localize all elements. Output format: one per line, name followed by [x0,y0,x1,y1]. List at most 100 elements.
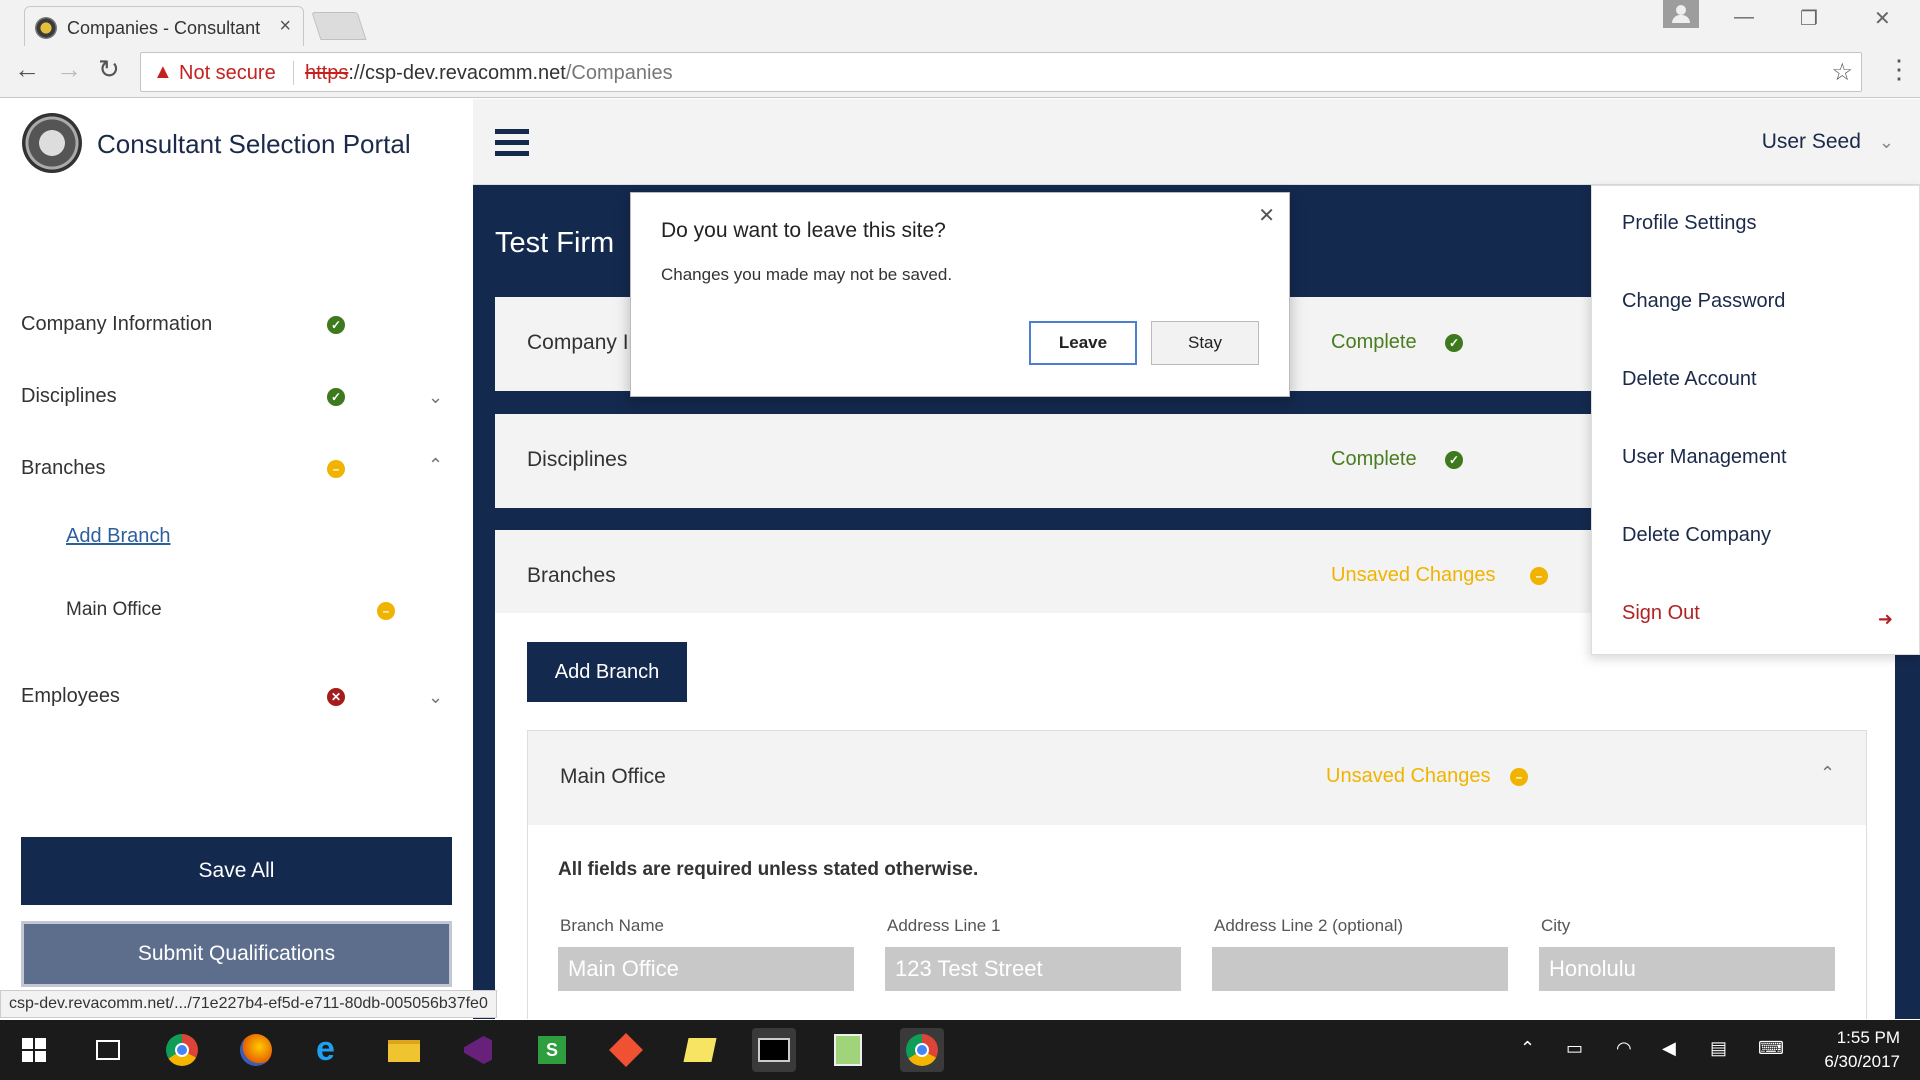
windows-start-icon[interactable] [22,1038,46,1062]
user-menu-toggle[interactable]: User Seed ⌄ [1762,130,1894,154]
firm-name: Test Firm [495,227,615,259]
stay-button[interactable]: Stay [1151,321,1259,365]
address-bar[interactable]: ▲ Not secure https://csp-dev.revacomm.ne… [140,52,1862,92]
chrome-app-icon[interactable] [160,1028,204,1072]
file-explorer-app-icon[interactable] [382,1028,426,1072]
omnibox-divider [293,61,294,85]
volume-icon[interactable]: ◀ [1662,1038,1676,1059]
leave-button[interactable]: Leave [1029,321,1137,365]
complete-check-icon: ✓ [1445,334,1463,352]
complete-check-icon: ✓ [1445,451,1463,469]
action-center-icon[interactable]: ▤ [1710,1038,1727,1059]
sidebar-subitem-main-office[interactable]: Main Office [66,599,162,621]
hamburger-menu-icon[interactable] [495,129,529,157]
warning-triangle-icon: ▲ [153,61,173,83]
bookmark-star-icon[interactable]: ☆ [1831,58,1853,87]
unsaved-minus-icon: – [1510,768,1528,786]
branch-panel-header[interactable]: Main Office Unsaved Changes – ⌃ [528,731,1866,825]
complete-check-icon: ✓ [327,316,345,334]
visual-studio-app-icon[interactable] [456,1028,500,1072]
task-view-icon[interactable] [86,1028,130,1072]
dialog-close-icon[interactable]: ✕ [1258,203,1275,228]
close-window-icon[interactable]: ✕ [1874,6,1891,31]
branches-panel-body: Add Branch Main Office Unsaved Changes –… [495,613,1895,1019]
sidebar-item-employees[interactable]: Employees [21,685,120,708]
keyboard-icon[interactable]: ⌨ [1758,1038,1784,1059]
browser-toolbar: ← → ↻ ▲ Not secure https://csp-dev.revac… [0,46,1920,98]
status-bar-url: csp-dev.revacomm.net/.../71e227b4-ef5d-e… [0,990,497,1018]
city-input[interactable] [1539,947,1835,991]
sticky-notes-app-icon[interactable] [678,1028,722,1072]
firefox-app-icon[interactable] [234,1028,278,1072]
status-unsaved-text: Unsaved Changes [1331,564,1496,586]
tab-title: Companies - Consultant [67,18,261,38]
git-app-icon[interactable] [604,1028,648,1072]
user-dropdown-menu: Profile Settings Change Password Delete … [1591,185,1920,655]
command-prompt-app-icon[interactable] [752,1028,796,1072]
sql-app-icon[interactable]: S [530,1028,574,1072]
browser-tab[interactable]: Companies - Consultant × [24,6,304,46]
notepad-plus-app-icon[interactable] [826,1028,870,1072]
user-name: User Seed [1761,130,1861,153]
menu-item-change-password[interactable]: Change Password [1622,290,1785,313]
branch-name-input[interactable] [558,947,854,991]
menu-item-delete-account[interactable]: Delete Account [1622,368,1757,391]
sidebar-item-branches[interactable]: Branches [21,457,106,480]
browser-menu-icon[interactable]: ⋮ [1886,54,1912,85]
dialog-message: Changes you made may not be saved. [661,265,953,284]
windows-taskbar: e S ⌃ ▭ ◠ ◀ ▤ ⌨ 1:55 PM 6/30/2017 [0,1020,1920,1080]
leave-site-dialog: Do you want to leave this site? Changes … [630,192,1290,397]
unsaved-minus-icon: – [1530,567,1548,585]
menu-item-profile-settings[interactable]: Profile Settings [1622,212,1757,235]
address-line-2-input[interactable] [1212,947,1508,991]
restore-icon[interactable]: ❐ [1800,6,1818,31]
profile-icon[interactable] [1663,0,1699,28]
chevron-up-icon[interactable]: ⌃ [428,455,443,476]
save-all-button[interactable]: Save All [21,837,452,905]
sign-out-icon[interactable]: ➜ [1878,609,1893,630]
panel-title: Branches [527,564,616,587]
status-complete-text: Complete [1331,448,1417,470]
city-label: City [1541,916,1571,935]
submit-qualifications-button[interactable]: Submit Qualifications [21,921,452,987]
wifi-icon[interactable]: ◠ [1616,1038,1632,1059]
security-label[interactable]: Not secure [179,62,276,85]
sidebar-item-company-information[interactable]: Company Information [21,313,212,336]
menu-item-user-management[interactable]: User Management [1622,446,1787,469]
clock-time: 1:55 PM [1836,1028,1900,1047]
tray-chevron-up-icon[interactable]: ⌃ [1520,1038,1535,1059]
portal-title: Consultant Selection Portal [97,129,411,159]
chevron-down-icon[interactable]: ⌄ [428,687,443,708]
back-arrow-icon[interactable]: ← [14,54,40,85]
browser-titlebar: Companies - Consultant × — ❐ ✕ [0,0,1920,46]
url-text[interactable]: https://csp-dev.revacomm.net/Companies [305,62,673,85]
unsaved-minus-icon: – [377,602,395,620]
internet-explorer-app-icon[interactable]: e [308,1028,352,1072]
chevron-up-icon[interactable]: ⌃ [1820,763,1835,784]
chevron-down-icon[interactable]: ⌄ [428,387,443,408]
forward-arrow-icon[interactable]: → [56,54,82,85]
status-unsaved-text: Unsaved Changes [1326,765,1491,787]
url-scheme: https [305,62,349,84]
status-complete-text: Complete [1331,331,1417,353]
menu-item-delete-company[interactable]: Delete Company [1622,524,1771,547]
minimize-icon[interactable]: — [1734,6,1754,29]
sidebar-add-branch-link[interactable]: Add Branch [66,525,171,548]
taskbar-clock[interactable]: 1:55 PM 6/30/2017 [1800,1026,1900,1074]
chevron-down-icon: ⌄ [1878,132,1894,152]
tab-close-icon[interactable]: × [279,15,291,38]
chrome-active-app-icon[interactable] [900,1028,944,1072]
app-header: User Seed ⌄ [473,99,1920,185]
url-host: csp-dev.revacomm.net [365,62,566,84]
sidebar: Consultant Selection Portal Company Info… [0,99,473,1019]
menu-item-sign-out[interactable]: Sign Out [1622,602,1700,625]
url-path: /Companies [565,62,673,84]
battery-icon[interactable]: ▭ [1566,1038,1583,1059]
reload-icon[interactable]: ↻ [98,54,120,85]
address-line-1-input[interactable] [885,947,1181,991]
new-tab-button[interactable] [311,12,367,40]
address-line-2-label: Address Line 2 (optional) [1214,916,1404,935]
url-separator: :// [348,62,366,84]
sidebar-item-disciplines[interactable]: Disciplines [21,385,117,408]
add-branch-button[interactable]: Add Branch [527,642,687,702]
